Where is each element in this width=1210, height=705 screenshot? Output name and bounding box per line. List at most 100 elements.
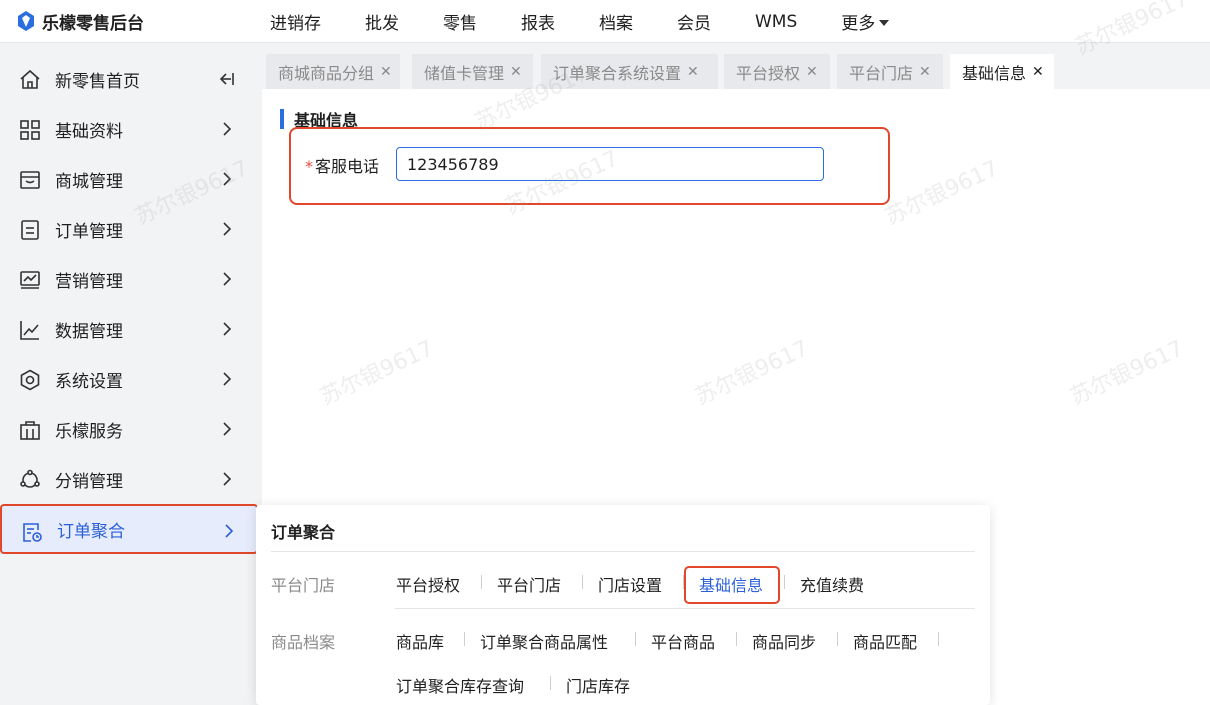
topnav-wms[interactable]: WMS	[733, 12, 819, 32]
tab-platform-store[interactable]: 平台门店 ✕	[837, 54, 943, 89]
order-aggregate-flyout: 订单聚合 平台门店 平台授权 平台门店 门店设置 基础信息 充值续费 商品档案 …	[256, 505, 990, 705]
divider	[395, 608, 975, 609]
flyout-link-product-library[interactable]: 商品库	[396, 629, 444, 653]
flyout-link-store-settings[interactable]: 门店设置	[598, 572, 662, 596]
sidebar-item-distribution[interactable]: 分销管理	[0, 454, 258, 504]
divider	[635, 632, 636, 646]
topnav-member[interactable]: 会员	[655, 9, 733, 34]
top-nav: 进销存 批发 零售 报表 档案 会员 WMS 更多	[248, 0, 911, 43]
flyout-link-platform-store[interactable]: 平台门店	[497, 572, 561, 596]
tab-platform-auth[interactable]: 平台授权 ✕	[724, 54, 830, 89]
flyout-link-recharge[interactable]: 充值续费	[800, 572, 864, 596]
chevron-right-icon	[223, 322, 232, 336]
tab-order-aggregate-settings[interactable]: 订单聚合系统设置 ✕	[541, 54, 718, 89]
chevron-right-icon	[225, 524, 234, 538]
service-phone-input[interactable]	[396, 147, 824, 181]
sidebar-item-label: 营销管理	[55, 271, 123, 292]
tab-label: 基础信息	[962, 63, 1027, 83]
tabs-bar: 商城商品分组 ✕ 储值卡管理 ✕ 订单聚合系统设置 ✕ 平台授权 ✕ 平台门店 ✕ 基础信…	[262, 43, 1210, 89]
divider	[271, 551, 975, 552]
topnav-label: 进销存	[270, 14, 321, 34]
topnav-wholesale[interactable]: 批发	[343, 9, 421, 34]
caret-down-icon	[879, 19, 890, 26]
sidebar-item-label: 数据管理	[55, 321, 123, 342]
chevron-right-icon	[223, 372, 232, 386]
chevron-right-icon	[223, 222, 232, 236]
sidebar-item-home[interactable]: 新零售首页	[0, 54, 258, 104]
flyout-group-label: 平台门店	[271, 576, 336, 595]
topnav-label: 会员	[677, 14, 711, 34]
close-icon[interactable]: ✕	[806, 64, 818, 80]
chevron-right-icon	[223, 472, 232, 486]
flyout-link-platform-products[interactable]: 平台商品	[651, 629, 715, 653]
chevron-right-icon	[223, 122, 232, 136]
tab-label: 平台授权	[736, 63, 801, 83]
sidebar-item-settings[interactable]: 系统设置	[0, 354, 258, 404]
close-icon[interactable]: ✕	[380, 64, 392, 80]
close-icon[interactable]: ✕	[919, 64, 931, 80]
building-icon	[20, 421, 40, 440]
flyout-link-product-attributes[interactable]: 订单聚合商品属性	[480, 629, 608, 653]
tab-label: 商城商品分组	[278, 63, 375, 83]
sidebar-item-label: 订单聚合	[57, 521, 125, 542]
topnav-retail[interactable]: 零售	[421, 9, 499, 34]
sidebar-item-mall[interactable]: 商城管理	[0, 154, 258, 204]
sidebar-item-label: 基础资料	[55, 121, 123, 142]
topnav-archive[interactable]: 档案	[577, 9, 655, 34]
divider	[582, 575, 583, 589]
chevron-right-icon	[223, 422, 232, 436]
tab-basic-info[interactable]: 基础信息 ✕	[950, 54, 1054, 89]
flyout-title: 订单聚合	[271, 523, 336, 542]
topnav-label: 更多	[841, 14, 876, 34]
order-aggregate-icon	[23, 523, 42, 542]
flyout-link-product-sync[interactable]: 商品同步	[752, 629, 816, 653]
sidebar-item-label: 新零售首页	[55, 71, 140, 92]
sidebar-item-label: 乐檬服务	[55, 421, 123, 442]
tab-stored-value-card[interactable]: 储值卡管理 ✕	[412, 54, 533, 89]
flyout-link-store-stock[interactable]: 门店库存	[566, 673, 630, 697]
form-highlight-box: * 客服电话	[289, 127, 890, 205]
flyout-link-basic-info[interactable]: 基础信息	[699, 572, 763, 596]
topnav-inventory[interactable]: 进销存	[248, 9, 343, 34]
divider	[550, 676, 551, 690]
topnav-label: 零售	[443, 14, 477, 34]
grid-icon	[20, 120, 40, 140]
tab-mall-product-group[interactable]: 商城商品分组 ✕	[266, 54, 400, 89]
close-icon[interactable]: ✕	[1032, 64, 1044, 80]
tab-label: 储值卡管理	[424, 63, 505, 83]
sidebar-item-label: 商城管理	[55, 171, 123, 192]
flyout-link-stock-query[interactable]: 订单聚合库存查询	[396, 673, 524, 697]
sidebar-item-data[interactable]: 数据管理	[0, 304, 258, 354]
flyout-group-label: 商品档案	[271, 633, 336, 652]
sidebar-item-label: 分销管理	[55, 471, 123, 492]
close-icon[interactable]: ✕	[687, 64, 699, 80]
brand[interactable]: 乐檬零售后台	[16, 8, 144, 34]
app-name: 乐檬零售后台	[42, 13, 144, 34]
topnav-label: WMS	[755, 11, 798, 32]
divider	[938, 632, 939, 646]
tab-label: 平台门店	[849, 63, 914, 83]
topnav-reports[interactable]: 报表	[499, 9, 577, 34]
sidebar-item-label: 订单管理	[55, 221, 123, 242]
sidebar-item-order-aggregate[interactable]: 订单聚合	[0, 504, 258, 554]
collapse-sidebar-icon[interactable]	[218, 70, 236, 88]
topnav-label: 批发	[365, 14, 399, 34]
monitor-icon	[20, 271, 40, 289]
sidebar-item-basic-data[interactable]: 基础资料	[0, 104, 258, 154]
sidebar-item-services[interactable]: 乐檬服务	[0, 404, 258, 454]
chevron-right-icon	[223, 272, 232, 286]
field-label-text: 客服电话	[315, 157, 380, 176]
sidebar: 新零售首页 基础资料 商城管理 订单管理 营销管理 数据管理 系统设置 乐檬服务	[0, 43, 262, 705]
store-icon	[20, 171, 40, 189]
flyout-link-platform-auth[interactable]: 平台授权	[396, 572, 460, 596]
topnav-more[interactable]: 更多	[819, 9, 911, 34]
tab-label: 订单聚合系统设置	[553, 63, 682, 83]
flyout-link-product-match[interactable]: 商品匹配	[853, 629, 917, 653]
divider	[481, 575, 482, 589]
divider	[464, 632, 465, 646]
top-bar: 乐檬零售后台 进销存 批发 零售 报表 档案 会员 WMS 更多	[0, 0, 1210, 43]
close-icon[interactable]: ✕	[510, 64, 522, 80]
sidebar-item-marketing[interactable]: 营销管理	[0, 254, 258, 304]
divider	[837, 632, 838, 646]
sidebar-item-orders[interactable]: 订单管理	[0, 204, 258, 254]
